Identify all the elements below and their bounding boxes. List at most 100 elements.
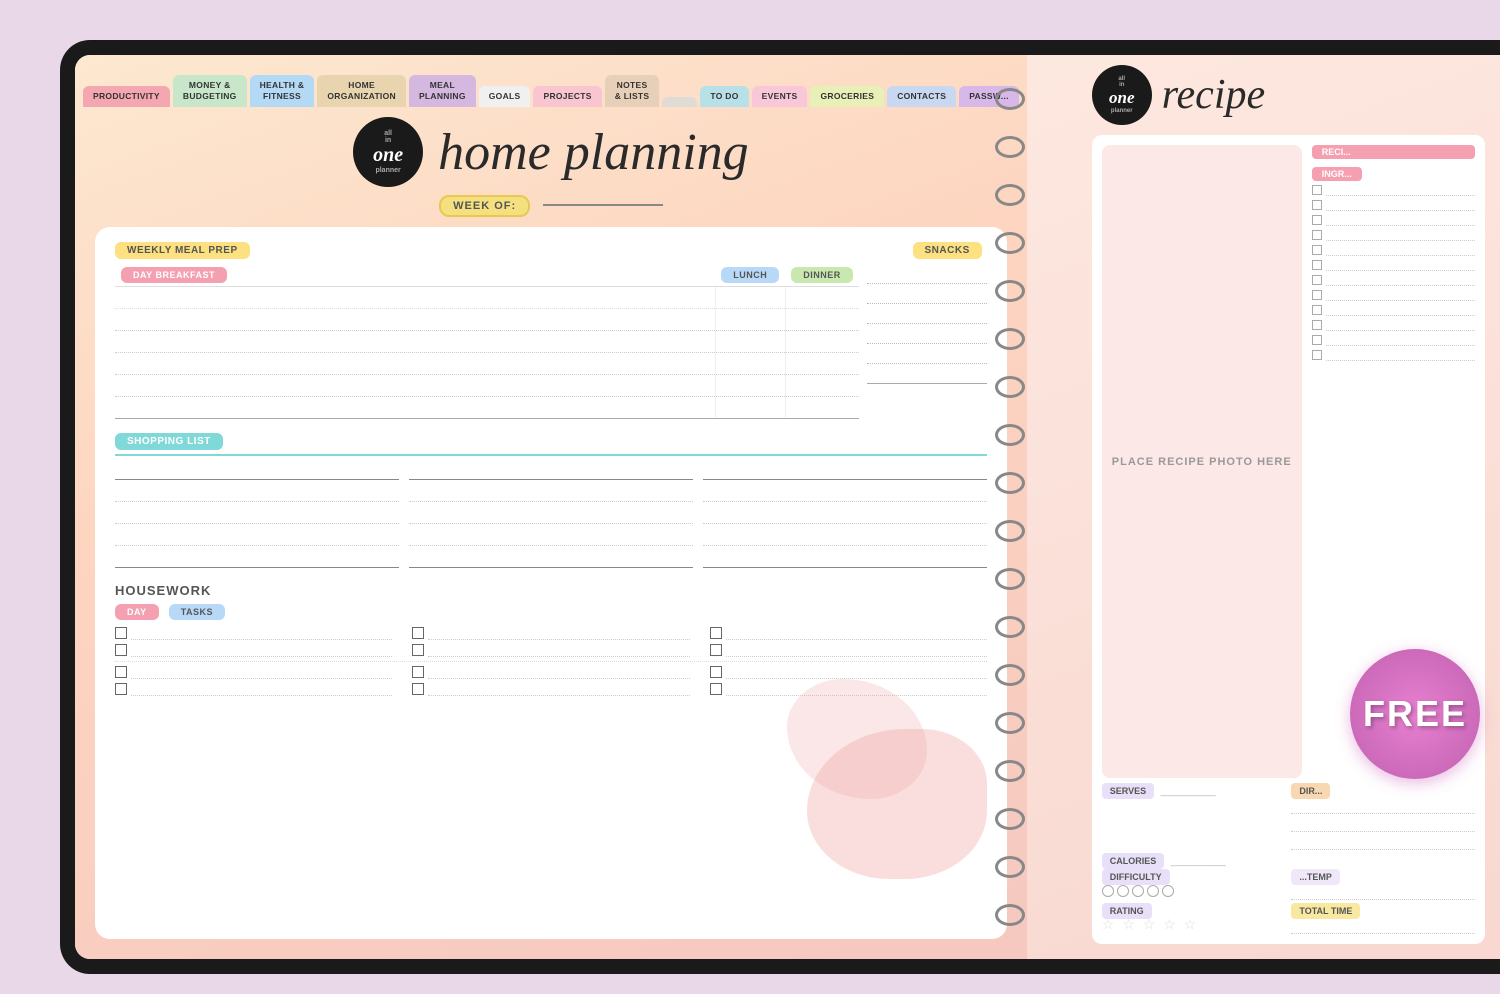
free-text: FREE xyxy=(1363,693,1467,735)
recipe-content: PLACE RECIPE PHOTO HERE RECI... INGR... xyxy=(1092,135,1485,944)
checkbox[interactable] xyxy=(412,627,424,639)
difficulty-circle xyxy=(1117,885,1129,897)
tab-money[interactable]: MONEY &BUDGETING xyxy=(173,75,247,107)
checkbox[interactable] xyxy=(412,644,424,656)
checkbox[interactable] xyxy=(115,644,127,656)
total-time-row: TOTAL TIME xyxy=(1291,906,1475,934)
shopping-list-section: SHOPPING LIST xyxy=(115,431,987,570)
tablet-screen: PRODUCTIVITY MONEY &BUDGETING HEALTH &FI… xyxy=(75,55,1500,959)
ingredient-row xyxy=(1312,199,1475,211)
difficulty-badge: DIFFICULTY xyxy=(1102,869,1170,885)
difficulty-circle xyxy=(1132,885,1144,897)
hw-item xyxy=(710,665,987,679)
hw-item xyxy=(115,682,392,696)
day-badge: day xyxy=(115,604,159,620)
meal-table-container: day breakfast lunch dinner xyxy=(115,264,859,419)
shopping-row xyxy=(115,460,987,480)
spiral-ring xyxy=(995,424,1025,446)
tab-events[interactable]: EVENTS xyxy=(752,86,808,107)
difficulty-circle xyxy=(1162,885,1174,897)
directions-row: DIR... xyxy=(1291,786,1475,850)
planner-left-page: PRODUCTIVITY MONEY &BUDGETING HEALTH &FI… xyxy=(75,55,1027,959)
total-time-badge: TOTAL TIME xyxy=(1291,903,1360,919)
tab-groceries[interactable]: GROCERIES xyxy=(810,86,884,107)
recipe-title: recipe xyxy=(1162,71,1265,119)
tab-contacts[interactable]: CONTACTS xyxy=(887,86,956,107)
spiral-ring xyxy=(995,136,1025,158)
checkbox[interactable] xyxy=(710,627,722,639)
spiral-ring xyxy=(995,184,1025,206)
temp-row: ...TEMP xyxy=(1291,872,1475,900)
shopping-row xyxy=(115,548,987,568)
table-row xyxy=(115,375,859,397)
hw-item xyxy=(115,643,392,657)
table-row xyxy=(115,353,859,375)
calories-row: CALORIES ___________ xyxy=(1102,856,1286,866)
checkbox[interactable] xyxy=(710,644,722,656)
ingredient-row xyxy=(1312,244,1475,256)
table-row xyxy=(115,287,859,309)
spiral-ring xyxy=(995,88,1025,110)
tab-spacer xyxy=(662,97,697,107)
tab-home[interactable]: HOMEORGANIZATION xyxy=(317,75,406,107)
checkbox[interactable] xyxy=(115,627,127,639)
hw-item xyxy=(412,626,689,640)
tasks-badge: tasks xyxy=(169,604,225,620)
hw-item xyxy=(115,665,392,679)
hw-item xyxy=(412,643,689,657)
dinner-header: dinner xyxy=(791,267,853,283)
spiral-ring xyxy=(995,904,1025,926)
free-badge: FREE xyxy=(1350,649,1480,779)
tab-productivity[interactable]: PRODUCTIVITY xyxy=(83,86,170,107)
table-row xyxy=(115,331,859,353)
housework-row xyxy=(115,643,987,662)
checkbox[interactable] xyxy=(710,666,722,678)
checkbox[interactable] xyxy=(412,666,424,678)
directions-badge: DIR... xyxy=(1291,783,1330,799)
snacks-badge: SNACKS xyxy=(913,242,982,259)
tab-meal[interactable]: MEALPLANNING xyxy=(409,75,476,107)
logo-circle-left: all in one planner xyxy=(353,117,423,187)
spiral-binding xyxy=(985,55,1035,959)
housework-row xyxy=(115,626,987,640)
difficulty-circle xyxy=(1147,885,1159,897)
rating-stars: ☆ ☆ ☆ ☆ ☆ xyxy=(1102,916,1286,933)
spiral-ring xyxy=(995,568,1025,590)
checkbox[interactable] xyxy=(115,666,127,678)
tab-todo[interactable]: TO DO xyxy=(700,86,748,107)
tab-health[interactable]: HEALTH &FITNESS xyxy=(250,75,315,107)
spiral-ring xyxy=(995,472,1025,494)
tab-projects[interactable]: PROJECTS xyxy=(533,86,601,107)
ingredient-row xyxy=(1312,214,1475,226)
ingredient-row xyxy=(1312,304,1475,316)
shopping-badge: SHOPPING LIST xyxy=(115,433,223,450)
temp-badge: ...TEMP xyxy=(1291,869,1340,885)
recipe-bottom-info: SERVES ___________ DIR... CALORIES _____… xyxy=(1102,786,1475,934)
lunch-header: lunch xyxy=(721,267,779,283)
checkbox[interactable] xyxy=(710,683,722,695)
hw-item xyxy=(412,665,689,679)
spiral-ring xyxy=(995,712,1025,734)
checkbox[interactable] xyxy=(115,683,127,695)
tab-goals[interactable]: GOALS xyxy=(479,86,531,107)
spiral-ring xyxy=(995,520,1025,542)
meal-prep-badge: WEEKLY MEAL PREP xyxy=(115,242,250,259)
recipe-name-badge: RECI... xyxy=(1312,145,1475,159)
housework-title: HOUSEWORK xyxy=(115,583,211,598)
recipe-check-rows: INGR... xyxy=(1312,163,1475,361)
table-row xyxy=(115,309,859,331)
checkbox[interactable] xyxy=(412,683,424,695)
spiral-ring xyxy=(995,328,1025,350)
difficulty-circle xyxy=(1102,885,1114,897)
meal-table: day breakfast lunch dinner xyxy=(115,264,859,419)
shopping-row xyxy=(115,526,987,546)
tab-notes[interactable]: NOTES& LISTS xyxy=(605,75,660,107)
recipe-area: all in one planner recipe PLACE RECIPE P… xyxy=(1077,55,1500,959)
ingredients-badge: INGR... xyxy=(1312,167,1362,181)
housework-row xyxy=(115,665,987,679)
serves-line: ___________ xyxy=(1161,786,1216,796)
hw-item xyxy=(115,626,392,640)
snacks-column xyxy=(867,264,987,419)
shopping-row xyxy=(115,482,987,502)
tablet-frame: PRODUCTIVITY MONEY &BUDGETING HEALTH &FI… xyxy=(60,40,1500,974)
